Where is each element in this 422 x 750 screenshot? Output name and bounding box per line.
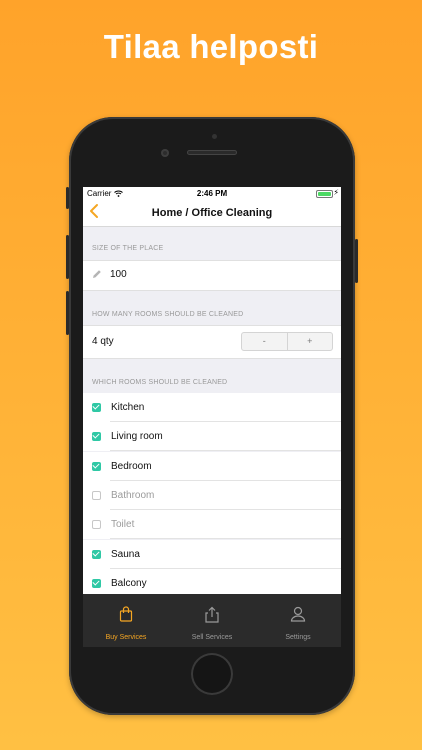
checkbox-unchecked[interactable]	[92, 520, 101, 530]
room-item[interactable]: Bathroom	[83, 480, 341, 510]
share-icon	[205, 606, 219, 623]
decrement-button[interactable]: -	[242, 333, 287, 350]
tab-label: Sell Services	[191, 634, 233, 641]
headline: Tilaa helposti	[103, 28, 319, 65]
checkbox-unchecked[interactable]	[92, 490, 101, 500]
tab-sell-services[interactable]: Sell Services	[169, 594, 255, 647]
room-label: Living room	[111, 431, 163, 443]
tab-settings[interactable]: Settings	[255, 594, 341, 647]
quantity-stepper[interactable]: - +	[241, 332, 333, 351]
room-label: Balcony	[111, 577, 147, 589]
quantity-value: 4 qty	[92, 336, 114, 347]
rooms-count-row: 4 qty - +	[83, 325, 341, 359]
volume-up-button	[66, 235, 69, 279]
home-button[interactable]	[191, 653, 233, 695]
page-title: Home / Office Cleaning	[151, 207, 273, 219]
tab-buy-services[interactable]: Buy Services	[83, 594, 169, 647]
front-camera	[161, 149, 169, 157]
status-time: 2:46 PM	[196, 189, 228, 198]
rooms-count-section-label: HOW MANY ROOMS SHOULD BE CLEANED	[92, 311, 244, 318]
tab-bar: Buy Services Sell Services Settings	[83, 594, 341, 647]
checkbox-checked[interactable]	[92, 578, 101, 588]
size-input-row[interactable]: 100	[83, 260, 341, 291]
user-icon	[290, 606, 306, 622]
checkbox-checked[interactable]	[92, 549, 101, 559]
room-label: Bathroom	[111, 489, 155, 501]
checkbox-checked[interactable]	[92, 403, 101, 412]
mute-switch	[66, 187, 69, 209]
volume-down-button	[66, 291, 69, 335]
size-section-label: SIZE OF THE PLACE	[92, 245, 164, 252]
room-item[interactable]: Living room	[83, 422, 341, 452]
room-item[interactable]: Toilet	[83, 510, 341, 540]
navigation-bar: Home / Office Cleaning	[83, 201, 341, 227]
checkbox-checked[interactable]	[92, 461, 101, 471]
room-item[interactable]: Kitchen	[83, 393, 341, 422]
room-item[interactable]: Sauna	[83, 539, 341, 569]
phone-frame: Carrier 2:46 PM ⚡ Home / Office Cleaning…	[66, 117, 358, 715]
shopping-bag-icon	[119, 606, 133, 622]
status-bar: Carrier 2:46 PM ⚡	[83, 187, 341, 201]
tab-label: Buy Services	[105, 634, 147, 641]
camera-dot	[212, 134, 217, 139]
charging-icon: ⚡	[333, 188, 339, 197]
room-item[interactable]: Bedroom	[83, 451, 341, 481]
room-label: Sauna	[111, 548, 140, 560]
pencil-icon	[93, 270, 101, 278]
checkbox-checked[interactable]	[92, 432, 101, 442]
room-label: Toilet	[111, 519, 135, 531]
rooms-section-label: WHICH ROOMS SHOULD BE CLEANED	[92, 379, 228, 386]
app-screen: Carrier 2:46 PM ⚡ Home / Office Cleaning…	[83, 187, 341, 647]
earpiece-speaker	[187, 150, 237, 155]
power-button	[355, 239, 358, 283]
increment-button[interactable]: +	[286, 333, 333, 350]
size-value[interactable]: 100	[110, 269, 127, 280]
battery-icon	[316, 190, 333, 198]
tab-label: Settings	[285, 634, 311, 641]
room-label: Bedroom	[111, 460, 152, 472]
room-label: Kitchen	[111, 402, 145, 413]
